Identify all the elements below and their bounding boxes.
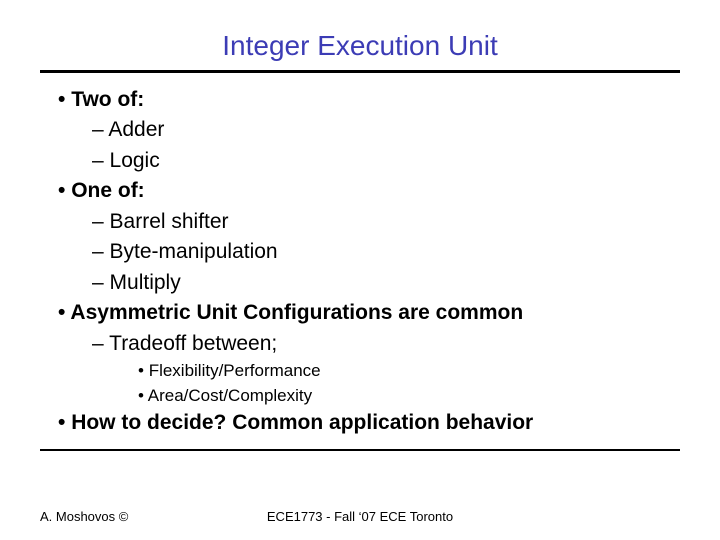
slide: Integer Execution Unit Two of: Adder Log… [0, 0, 720, 540]
bullet-how-decide: How to decide? Common application behavi… [58, 408, 680, 438]
bullet-flexibility: Flexibility/Performance [138, 359, 680, 384]
bullet-one-of: One of: [58, 176, 680, 206]
bullet-barrel-shifter: Barrel shifter [92, 207, 680, 237]
bullet-two-of: Two of: [58, 85, 680, 115]
bullet-multiply: Multiply [92, 268, 680, 298]
footer-divider [40, 449, 680, 451]
title-divider [40, 70, 680, 73]
content-body: Two of: Adder Logic One of: Barrel shift… [40, 85, 680, 439]
bullet-adder: Adder [92, 115, 680, 145]
bullet-byte-manipulation: Byte-manipulation [92, 237, 680, 267]
footer-course: ECE1773 - Fall ‘07 ECE Toronto [40, 509, 680, 524]
bullet-area-cost: Area/Cost/Complexity [138, 384, 680, 409]
bullet-tradeoff: Tradeoff between; [92, 329, 680, 359]
slide-title: Integer Execution Unit [40, 30, 680, 62]
footer: A. Moshovos © ECE1773 - Fall ‘07 ECE Tor… [40, 509, 680, 524]
bullet-logic: Logic [92, 146, 680, 176]
bullet-asymmetric: Asymmetric Unit Configurations are commo… [58, 298, 680, 328]
